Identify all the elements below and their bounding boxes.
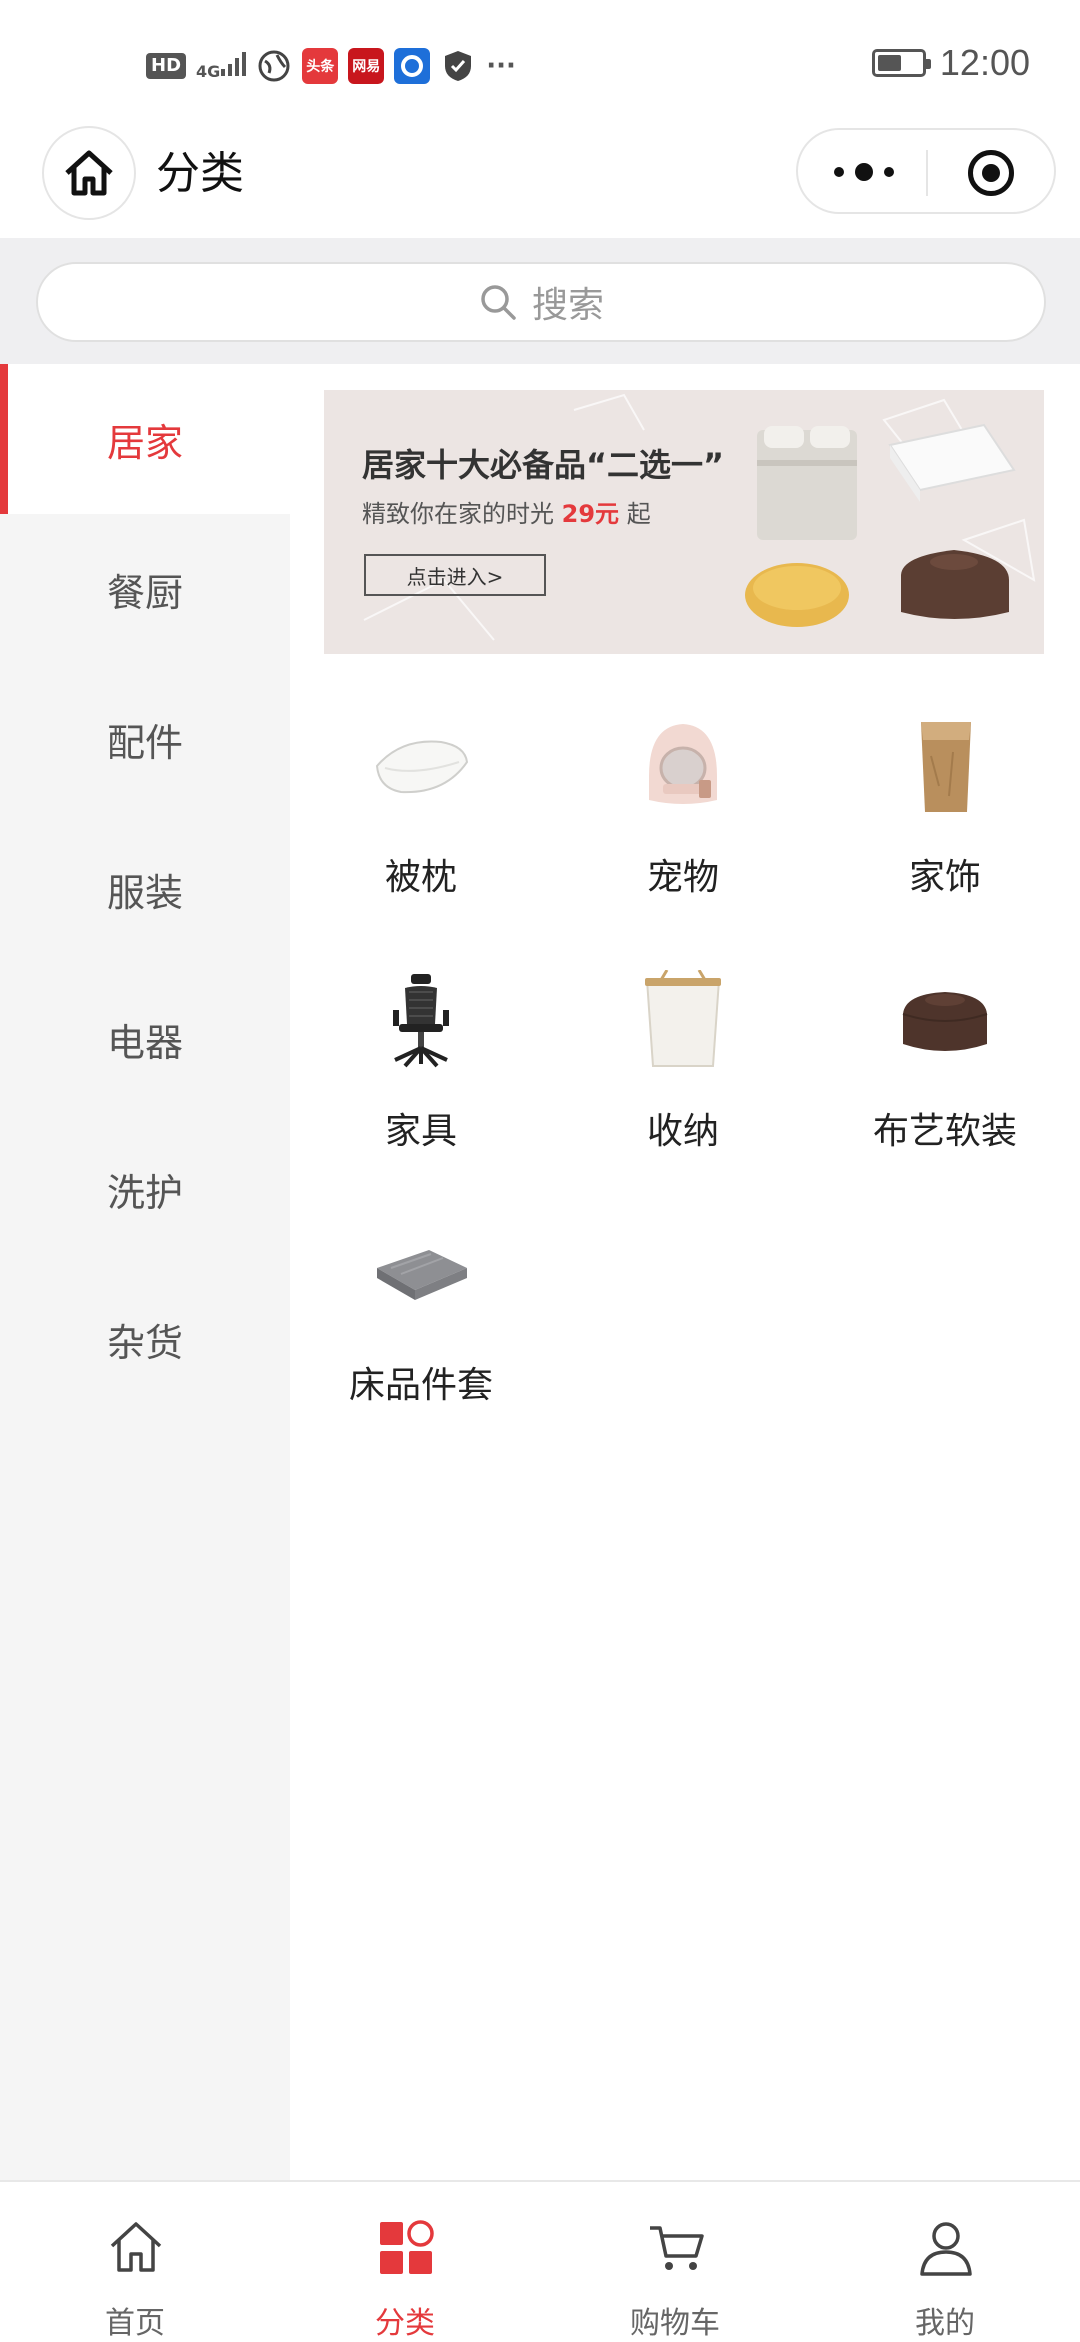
page-title: 分类 — [156, 148, 244, 199]
more-notifications: ··· — [486, 51, 516, 81]
tab-profile[interactable]: 我的 — [810, 2182, 1080, 2342]
user-icon — [920, 2222, 972, 2276]
netease-app-icon: 网易 — [348, 48, 385, 84]
category-sidebar: 居家 餐厨 配件 服装 电器 洗护 杂货 — [0, 364, 290, 2180]
category-storage[interactable]: 收纳 — [552, 954, 814, 1208]
sidebar-item-label: 杂货 — [106, 1320, 183, 1365]
hd-badge: HD — [146, 53, 187, 79]
toutiao-app-icon: 头条 — [302, 48, 339, 84]
battery-icon — [871, 49, 931, 77]
mini-program-capsule — [796, 128, 1056, 214]
clock: 12:00 — [939, 42, 1030, 83]
bean-bag-icon — [902, 992, 988, 1051]
sidebar-item-appliances[interactable]: 电器 — [0, 964, 290, 1114]
category-label: 收纳 — [646, 1111, 719, 1152]
globe-icon — [256, 48, 293, 84]
category-label: 被枕 — [384, 857, 457, 898]
sidebar-item-home[interactable]: 居家 — [0, 364, 290, 514]
signal-bars-icon — [221, 52, 247, 76]
status-bar: HD 4G 头条 网易 ··· 12:00 — [0, 0, 1080, 124]
tab-category[interactable]: 分类 — [270, 2182, 540, 2342]
round-cushion-icon — [745, 563, 849, 627]
network-type-label: 4G — [196, 62, 221, 81]
sidebar-item-personal-care[interactable]: 洗护 — [0, 1114, 290, 1264]
category-label: 布艺软装 — [872, 1111, 1017, 1152]
tab-label: 购物车 — [630, 2306, 720, 2341]
pet-litter-box-icon — [649, 724, 717, 804]
category-bedding[interactable]: 床品件套 — [290, 1208, 552, 1462]
category-label: 家饰 — [908, 857, 981, 898]
tab-label: 分类 — [375, 2306, 435, 2341]
tab-home[interactable]: 首页 — [0, 2182, 270, 2342]
sidebar-item-label: 配件 — [106, 720, 183, 765]
more-icon[interactable] — [834, 158, 894, 186]
sidebar-item-accessories[interactable]: 配件 — [0, 664, 290, 814]
tab-label: 首页 — [105, 2306, 165, 2341]
status-left: HD 4G 头条 网易 ··· — [146, 46, 516, 86]
target-icon[interactable] — [968, 150, 1014, 196]
signal-indicator: 4G — [196, 51, 247, 81]
duvet-icon — [888, 423, 1016, 502]
cart-icon — [650, 2226, 704, 2270]
bottom-tab-bar: 首页 分类 购物车 我的 — [0, 2180, 1080, 2342]
promo-banner[interactable]: 居家十大必备品“二选一” 精致你在家的时光 29元 起 点击进入> — [324, 390, 1044, 654]
home-icon — [110, 2222, 162, 2272]
search-input[interactable]: 搜索 — [36, 262, 1046, 342]
sidebar-item-label: 电器 — [106, 1020, 183, 1065]
pillow-icon — [375, 740, 469, 794]
sidebar-item-label: 居家 — [106, 420, 183, 465]
category-soft-furnishings[interactable]: 布艺软装 — [814, 954, 1076, 1208]
office-chair-icon — [393, 974, 449, 1068]
qq-browser-app-icon — [394, 48, 431, 84]
sidebar-item-clothing[interactable]: 服装 — [0, 814, 290, 964]
category-label: 宠物 — [646, 857, 719, 898]
sidebar-item-label: 洗护 — [106, 1170, 183, 1215]
category-furniture[interactable]: 家具 — [290, 954, 552, 1208]
sidebar-item-label: 服装 — [106, 870, 183, 915]
sidebar-item-label: 餐厨 — [106, 570, 183, 615]
tab-cart[interactable]: 购物车 — [540, 2182, 810, 2342]
banner-products — [745, 423, 1016, 627]
capsule-divider — [926, 150, 928, 196]
navigation-bar: 分类 — [0, 124, 1080, 238]
category-pillow[interactable]: 被枕 — [290, 700, 552, 954]
tab-label: 我的 — [915, 2306, 975, 2341]
search-placeholder: 搜索 — [531, 285, 604, 326]
category-label: 家具 — [384, 1111, 457, 1152]
search-icon — [481, 285, 516, 320]
bean-bag-icon — [901, 550, 1009, 619]
sidebar-item-kitchen[interactable]: 餐厨 — [0, 514, 290, 664]
category-pet[interactable]: 宠物 — [552, 700, 814, 954]
sidebar-item-groceries[interactable]: 杂货 — [0, 1264, 290, 1414]
category-decor[interactable]: 家饰 — [814, 700, 1076, 954]
storage-basket-icon — [645, 970, 721, 1067]
search-area: 搜索 — [0, 238, 1080, 364]
folded-blanket-icon — [377, 1250, 467, 1300]
status-right: 12:00 — [871, 42, 1030, 84]
category-label: 床品件套 — [348, 1365, 493, 1406]
home-icon — [65, 150, 113, 196]
shield-app-icon — [440, 48, 477, 84]
bedding-set-icon — [757, 426, 857, 540]
category-icon — [380, 2220, 434, 2274]
home-button[interactable] — [42, 126, 136, 220]
paper-bag-icon — [921, 722, 971, 812]
